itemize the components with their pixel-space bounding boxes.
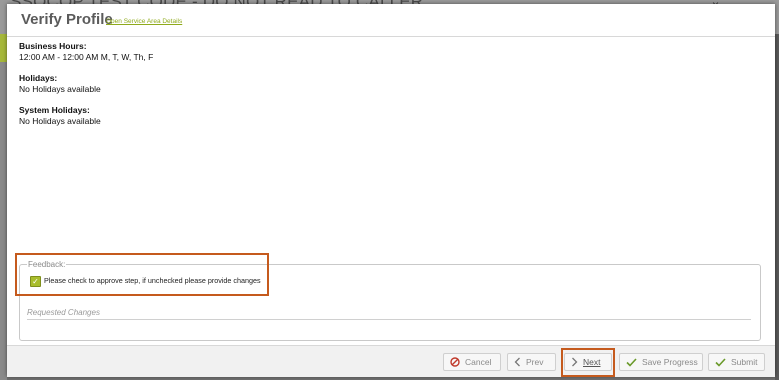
holidays-value: No Holidays available [19, 84, 101, 94]
prev-label: Prev [526, 357, 544, 367]
verify-profile-dialog: Verify Profile Open Service Area Details… [7, 4, 775, 377]
business-hours-label: Business Hours: [19, 41, 87, 51]
checkmark-icon [715, 357, 726, 367]
cancel-label: Cancel [465, 357, 492, 367]
background-scrollbar [775, 34, 779, 380]
checkmark-icon [626, 357, 637, 367]
save-progress-label: Save Progress [642, 357, 698, 367]
background-accent-strip [0, 34, 7, 62]
next-highlight-annotation [561, 348, 615, 377]
submit-button[interactable]: Submit [708, 353, 765, 371]
holidays-label: Holidays: [19, 73, 58, 83]
submit-label: Submit [731, 357, 758, 367]
dialog-title: Verify Profile [21, 11, 113, 28]
requested-changes-input[interactable] [27, 305, 751, 320]
cancel-icon [450, 357, 460, 367]
dialog-header: Verify Profile Open Service Area Details [7, 4, 775, 37]
background-side-strip [0, 34, 7, 380]
save-progress-button[interactable]: Save Progress [619, 353, 703, 371]
open-service-area-link[interactable]: Open Service Area Details [106, 18, 182, 25]
system-holidays-value: No Holidays available [19, 116, 101, 126]
checkbox-highlight-annotation [15, 253, 269, 296]
dialog-footer: Cancel Prev Next Save Progress Submit [7, 345, 775, 377]
system-holidays-label: System Holidays: [19, 105, 90, 115]
business-hours-value: 12:00 AM - 12:00 AM M, T, W, Th, F [19, 52, 154, 62]
prev-button[interactable]: Prev [507, 353, 556, 371]
dialog-body: Business Hours: 12:00 AM - 12:00 AM M, T… [7, 37, 775, 345]
cancel-button[interactable]: Cancel [443, 353, 501, 371]
chevron-left-icon [514, 357, 521, 367]
